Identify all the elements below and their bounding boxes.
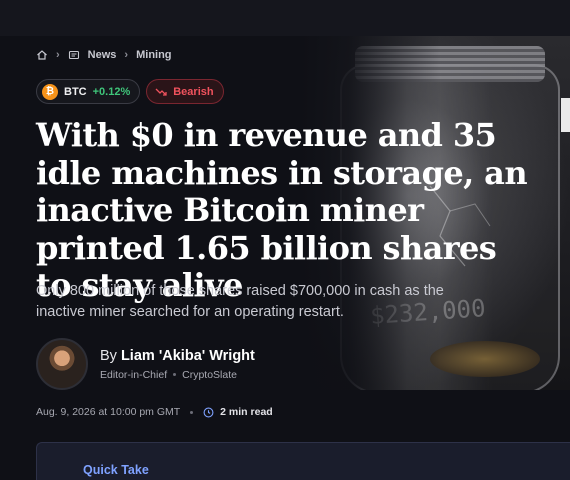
chevron-right-icon: › xyxy=(56,49,60,61)
bitcoin-icon: ₿ xyxy=(42,83,58,100)
breadcrumb-link-mining[interactable]: Mining xyxy=(136,49,171,61)
quick-take-title: Quick Take xyxy=(83,463,149,477)
author-role: Editor-in-Chief xyxy=(100,368,168,381)
read-time-label: 2 min read xyxy=(220,406,273,418)
btc-price-chip[interactable]: ₿ BTC +0.12% xyxy=(36,79,141,104)
price-change: +0.12% xyxy=(92,85,131,98)
sentiment-chip[interactable]: Bearish xyxy=(146,79,224,104)
coin-image xyxy=(430,341,540,377)
read-time: 2 min read xyxy=(203,406,273,418)
author-name-link[interactable]: Liam 'Akiba' Wright xyxy=(121,348,255,364)
quick-take-card: Quick Take xyxy=(36,442,570,480)
article-subheading: Only 800 million of those shares raised … xyxy=(36,283,444,320)
author-meta: Editor-in-Chief CryptoSlate xyxy=(100,369,255,381)
trend-down-icon xyxy=(155,88,167,96)
sentiment-label: Bearish xyxy=(173,85,214,98)
author-block: By Liam 'Akiba' Wright Editor-in-Chief C… xyxy=(36,338,255,390)
news-icon xyxy=(68,50,79,60)
author-avatar[interactable] xyxy=(36,338,88,390)
clock-icon xyxy=(203,407,214,417)
chevron-right-icon: › xyxy=(124,49,129,61)
separator-dot xyxy=(173,373,177,376)
breadcrumb: › News › Mining xyxy=(36,47,172,63)
article-headline: With $0 in revenue and 35 idle machines … xyxy=(36,116,528,304)
author-byline: By Liam 'Akiba' Wright xyxy=(100,348,255,364)
by-label: By xyxy=(100,347,117,364)
article-meta: Aug. 9, 2026 at 10:00 pm GMT 2 min read xyxy=(36,406,273,418)
publish-date: Aug. 9, 2026 at 10:00 pm GMT xyxy=(36,406,181,418)
hero-edge-mark xyxy=(561,98,570,132)
author-info: By Liam 'Akiba' Wright Editor-in-Chief C… xyxy=(100,348,255,381)
separator-dot xyxy=(190,410,194,414)
home-icon[interactable] xyxy=(36,49,48,61)
top-bar xyxy=(0,0,570,36)
breadcrumb-link-news[interactable]: News xyxy=(88,49,117,61)
tag-chips: ₿ BTC +0.12% Bearish xyxy=(36,79,224,104)
author-outlet[interactable]: CryptoSlate xyxy=(182,369,237,381)
ticker-label: BTC xyxy=(64,85,87,98)
